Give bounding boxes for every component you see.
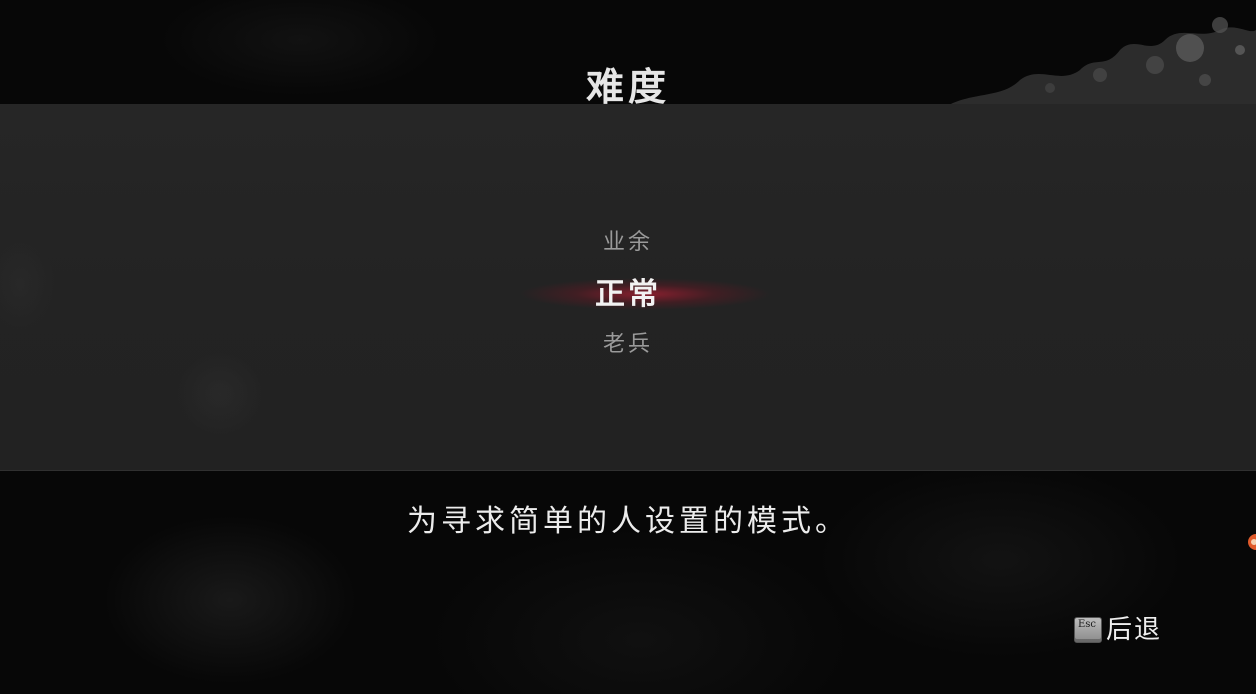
esc-key-icon: Esc [1074,617,1102,643]
back-label: 后退 [1106,615,1163,645]
back-button[interactable]: Esc 后退 [1074,614,1162,646]
page-title: 难度 [585,64,670,109]
difficulty-option-veteran[interactable]: 老兵 [0,330,1256,360]
difficulty-screen: 难度 业余 正常 老兵 为寻求简单的人设置的模式。 Esc 后退 [0,0,1256,694]
difficulty-option-amateur[interactable]: 业余 [0,228,1256,258]
difficulty-description: 为寻求简单的人设置的模式。 [407,504,849,539]
edge-notification-icon [1248,534,1256,550]
difficulty-option-normal[interactable]: 正常 [0,276,1256,314]
